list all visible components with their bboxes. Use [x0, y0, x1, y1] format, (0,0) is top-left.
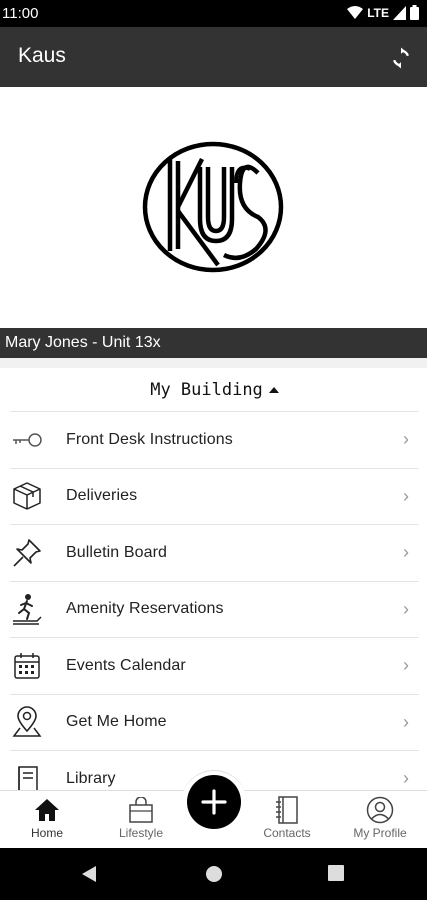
menu-label: Bulletin Board — [66, 543, 168, 561]
menu-label: Events Calendar — [66, 656, 186, 674]
contacts-book-icon — [274, 795, 300, 825]
menu-item-front-desk-instructions[interactable]: Front Desk Instructions › — [10, 412, 419, 469]
chevron-right-icon: › — [403, 429, 409, 450]
nav-lifestyle[interactable]: Lifestyle — [101, 795, 181, 847]
nav-contacts[interactable]: Contacts — [247, 795, 327, 847]
package-icon — [10, 479, 44, 513]
network-type: LTE — [367, 5, 389, 20]
nav-label: Contacts — [263, 826, 311, 840]
treadmill-icon — [10, 592, 44, 626]
chevron-right-icon: › — [403, 542, 409, 563]
wifi-icon — [347, 5, 364, 19]
user-unit-label: Mary Jones - Unit 13x — [5, 334, 161, 351]
user-circle-icon — [366, 795, 394, 825]
menu-label: Amenity Reservations — [66, 600, 224, 618]
logo-area — [0, 87, 427, 328]
map-pin-icon — [10, 705, 44, 739]
section-title: My Building — [150, 379, 263, 400]
chevron-right-icon: › — [403, 768, 409, 789]
chevron-right-icon: › — [403, 655, 409, 676]
menu-item-events-calendar[interactable]: Events Calendar › — [10, 638, 419, 695]
caret-up-icon — [268, 386, 279, 393]
divider-strip — [0, 358, 427, 368]
kaus-logo — [142, 141, 284, 273]
nav-home[interactable]: Home — [7, 795, 87, 847]
nav-label: My Profile — [353, 826, 407, 840]
system-nav-bar — [0, 848, 427, 900]
refresh-button[interactable] — [385, 42, 417, 74]
back-icon[interactable] — [80, 865, 98, 883]
nav-my-profile[interactable]: My Profile — [340, 795, 420, 847]
add-button[interactable] — [187, 775, 241, 829]
menu-item-get-me-home[interactable]: Get Me Home › — [10, 695, 419, 751]
app-bar: Kaus — [0, 27, 427, 87]
menu-label: Deliveries — [66, 487, 138, 505]
menu-item-deliveries[interactable]: Deliveries › — [10, 469, 419, 525]
chevron-right-icon: › — [403, 485, 409, 506]
recents-icon[interactable] — [328, 865, 344, 882]
menu-item-amenity-reservations[interactable]: Amenity Reservations › — [10, 582, 419, 638]
pushpin-icon — [10, 536, 44, 570]
book-icon — [10, 762, 44, 790]
key-icon — [10, 423, 44, 457]
nav-label: Lifestyle — [118, 826, 164, 840]
battery-icon — [410, 5, 419, 20]
menu-item-bulletin-board[interactable]: Bulletin Board › — [10, 525, 419, 582]
building-menu: Front Desk Instructions › Deliveries › B… — [10, 412, 419, 790]
status-bar: 11:00 LTE — [0, 0, 427, 27]
plus-icon — [201, 789, 227, 815]
chevron-right-icon: › — [403, 598, 409, 619]
menu-label: Front Desk Instructions — [66, 430, 233, 448]
shopping-bag-icon — [128, 795, 154, 825]
my-building-toggle[interactable]: My Building — [10, 368, 419, 412]
nav-label: Home — [30, 826, 63, 840]
refresh-icon — [392, 47, 410, 69]
app-title: Kaus — [18, 44, 66, 67]
user-unit-bar: Mary Jones - Unit 13x — [0, 328, 427, 358]
home-icon — [34, 795, 60, 825]
chevron-right-icon: › — [403, 711, 409, 732]
status-icons: LTE — [347, 5, 419, 20]
status-time: 11:00 — [2, 5, 39, 22]
home-circle-icon[interactable] — [205, 865, 223, 883]
calendar-icon — [10, 649, 44, 683]
signal-icon — [393, 5, 406, 20]
menu-label: Library — [66, 769, 116, 787]
menu-label: Get Me Home — [66, 713, 167, 731]
